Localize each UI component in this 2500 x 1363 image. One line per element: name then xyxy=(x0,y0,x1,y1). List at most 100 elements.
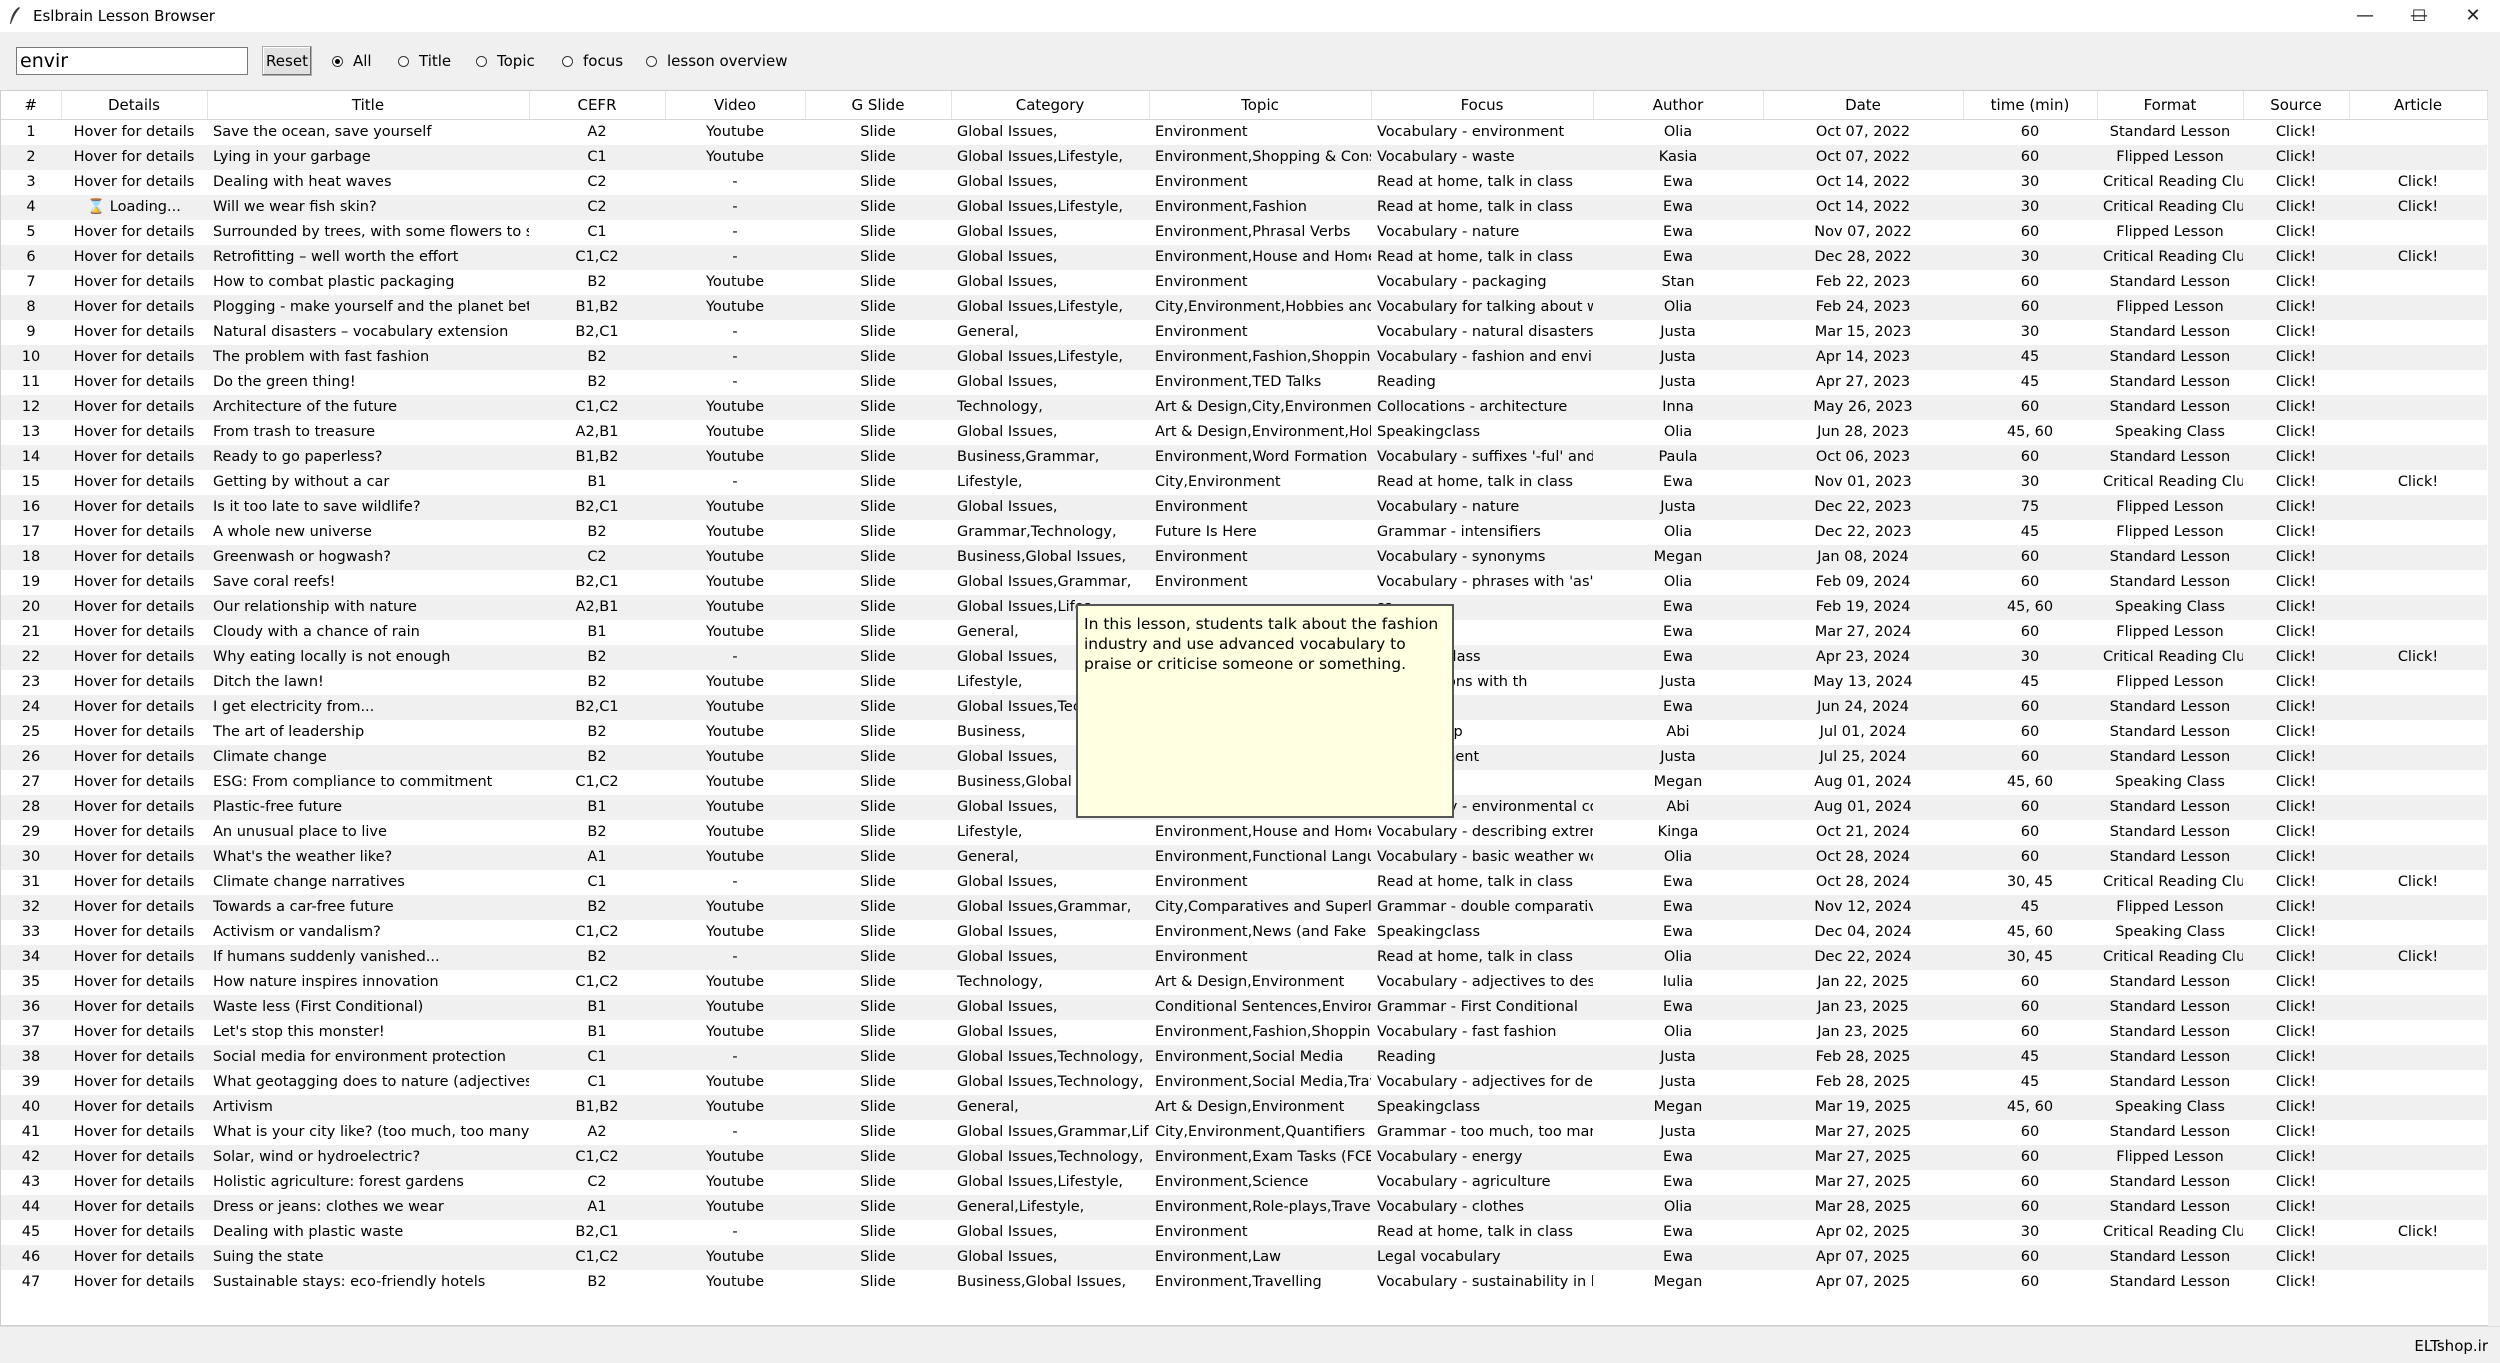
table-row[interactable]: 46 Hover for details Suing the state C1,C2 Y… xyxy=(1,1245,2487,1270)
details-hover-cell[interactable]: Hover for details xyxy=(61,770,207,795)
details-hover-cell[interactable]: Hover for details xyxy=(61,1020,207,1045)
details-hover-cell[interactable]: Hover for details xyxy=(61,595,207,620)
details-hover-cell[interactable]: Hover for details xyxy=(61,1195,207,1220)
table-row[interactable]: 3 Hover for details Dealing with heat wave… xyxy=(1,170,2487,195)
details-hover-cell[interactable]: Hover for details xyxy=(61,395,207,420)
details-hover-cell[interactable]: Hover for details xyxy=(61,119,207,145)
table-row[interactable]: 47 Hover for details Sustainable stays: ec… xyxy=(1,1270,2487,1295)
radio-all-indicator[interactable] xyxy=(332,55,343,67)
column-header-title[interactable]: Title xyxy=(207,91,530,120)
column-header-article[interactable]: Article xyxy=(2349,91,2488,120)
column-header-author[interactable]: Author xyxy=(1593,91,1764,120)
column-header-focus[interactable]: Focus xyxy=(1371,91,1594,120)
source-link[interactable]: Click! xyxy=(2243,470,2349,495)
radio-focus-indicator[interactable] xyxy=(562,55,573,67)
details-hover-cell[interactable]: Hover for details xyxy=(61,570,207,595)
source-link[interactable]: Click! xyxy=(2243,870,2349,895)
table-row[interactable]: 4 ⌛ Loading... Will we wear fish skin? C2- S… xyxy=(1,195,2487,220)
article-link[interactable]: Click! xyxy=(2349,245,2487,270)
source-link[interactable]: Click! xyxy=(2243,245,2349,270)
radio-focus[interactable]: focus xyxy=(562,50,623,72)
source-link[interactable]: Click! xyxy=(2243,1170,2349,1195)
details-hover-cell[interactable]: Hover for details xyxy=(61,1045,207,1070)
source-link[interactable]: Click! xyxy=(2243,920,2349,945)
details-hover-cell[interactable]: Hover for details xyxy=(61,220,207,245)
source-link[interactable]: Click! xyxy=(2243,1220,2349,1245)
source-link[interactable]: Click! xyxy=(2243,1070,2349,1095)
source-link[interactable]: Click! xyxy=(2243,670,2349,695)
article-link[interactable]: Click! xyxy=(2349,195,2487,220)
table-row[interactable]: 35 Hover for details How nature inspires i… xyxy=(1,970,2487,995)
column-header-cefr[interactable]: CEFR xyxy=(529,91,666,120)
details-hover-cell[interactable]: ⌛ Loading... xyxy=(61,195,207,220)
source-link[interactable]: Click! xyxy=(2243,395,2349,420)
details-hover-cell[interactable]: Hover for details xyxy=(61,1095,207,1120)
details-hover-cell[interactable]: Hover for details xyxy=(61,495,207,520)
details-hover-cell[interactable]: Hover for details xyxy=(61,145,207,170)
source-link[interactable]: Click! xyxy=(2243,320,2349,345)
source-link[interactable]: Click! xyxy=(2243,945,2349,970)
column-header-time-min[interactable]: time (min) xyxy=(1963,91,2098,120)
table-row[interactable]: 30 Hover for details What's the weather li… xyxy=(1,845,2487,870)
search-input[interactable] xyxy=(16,47,248,75)
table-row[interactable]: 36 Hover for details Waste less (First Con… xyxy=(1,995,2487,1020)
source-link[interactable]: Click! xyxy=(2243,570,2349,595)
table-row[interactable]: 40 Hover for details Artivism B1,B2 Youtube S… xyxy=(1,1095,2487,1120)
source-link[interactable]: Click! xyxy=(2243,595,2349,620)
source-link[interactable]: Click! xyxy=(2243,495,2349,520)
article-link[interactable]: Click! xyxy=(2349,1220,2487,1245)
details-hover-cell[interactable]: Hover for details xyxy=(61,1070,207,1095)
details-hover-cell[interactable]: Hover for details xyxy=(61,1245,207,1270)
source-link[interactable]: Click! xyxy=(2243,645,2349,670)
details-hover-cell[interactable]: Hover for details xyxy=(61,895,207,920)
table-row[interactable]: 42 Hover for details Solar, wind or hydroe… xyxy=(1,1145,2487,1170)
details-hover-cell[interactable]: Hover for details xyxy=(61,870,207,895)
details-hover-cell[interactable]: Hover for details xyxy=(61,945,207,970)
source-link[interactable]: Click! xyxy=(2243,345,2349,370)
source-link[interactable]: Click! xyxy=(2243,270,2349,295)
table-row[interactable]: 8 Hover for details Plogging - make yourse… xyxy=(1,295,2487,320)
details-hover-cell[interactable]: Hover for details xyxy=(61,445,207,470)
table-row[interactable]: 5 Hover for details Surrounded by trees, w… xyxy=(1,220,2487,245)
source-link[interactable]: Click! xyxy=(2243,1045,2349,1070)
details-hover-cell[interactable]: Hover for details xyxy=(61,245,207,270)
article-link[interactable]: Click! xyxy=(2349,170,2487,195)
details-hover-cell[interactable]: Hover for details xyxy=(61,470,207,495)
source-link[interactable]: Click! xyxy=(2243,795,2349,820)
source-link[interactable]: Click! xyxy=(2243,745,2349,770)
table-row[interactable]: 16 Hover for details Is it too late to sav… xyxy=(1,495,2487,520)
source-link[interactable]: Click! xyxy=(2243,1145,2349,1170)
radio-all[interactable]: All xyxy=(332,50,372,72)
source-link[interactable]: Click! xyxy=(2243,845,2349,870)
source-link[interactable]: Click! xyxy=(2243,420,2349,445)
column-header-g-slide[interactable]: G Slide xyxy=(805,91,952,120)
table-row[interactable]: 2 Hover for details Lying in your garbage C… xyxy=(1,145,2487,170)
close-button[interactable]: ✕ xyxy=(2444,0,2500,32)
radio-lesson-overview[interactable]: lesson overview xyxy=(646,50,787,72)
details-hover-cell[interactable]: Hover for details xyxy=(61,520,207,545)
table-row[interactable]: 43 Hover for details Holistic agriculture:… xyxy=(1,1170,2487,1195)
source-link[interactable]: Click! xyxy=(2243,695,2349,720)
radio-topic[interactable]: Topic xyxy=(476,50,535,72)
details-hover-cell[interactable]: Hover for details xyxy=(61,345,207,370)
details-hover-cell[interactable]: Hover for details xyxy=(61,845,207,870)
source-link[interactable]: Click! xyxy=(2243,1120,2349,1145)
minimize-button[interactable]: — xyxy=(2336,0,2394,32)
details-hover-cell[interactable]: Hover for details xyxy=(61,670,207,695)
details-hover-cell[interactable]: Hover for details xyxy=(61,370,207,395)
table-row[interactable]: 12 Hover for details Architecture of the f… xyxy=(1,395,2487,420)
details-hover-cell[interactable]: Hover for details xyxy=(61,970,207,995)
table-row[interactable]: 19 Hover for details Save coral reefs! B2,C… xyxy=(1,570,2487,595)
details-hover-cell[interactable]: Hover for details xyxy=(61,1145,207,1170)
source-link[interactable]: Click! xyxy=(2243,195,2349,220)
table-row[interactable]: 32 Hover for details Towards a car-free fu… xyxy=(1,895,2487,920)
table-row[interactable]: 13 Hover for details From trash to treasur… xyxy=(1,420,2487,445)
maximize-button[interactable]: ☐ xyxy=(2390,0,2448,32)
source-link[interactable]: Click! xyxy=(2243,145,2349,170)
source-link[interactable]: Click! xyxy=(2243,295,2349,320)
radio-lesson-overview-indicator[interactable] xyxy=(646,55,657,67)
details-hover-cell[interactable]: Hover for details xyxy=(61,420,207,445)
column-header-date[interactable]: Date xyxy=(1763,91,1964,120)
radio-topic-indicator[interactable] xyxy=(476,55,487,67)
source-link[interactable]: Click! xyxy=(2243,119,2349,145)
